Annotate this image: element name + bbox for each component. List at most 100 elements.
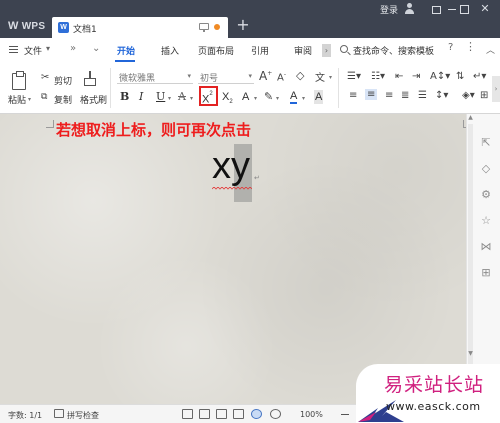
justify-icon[interactable]: ≣ [401,90,409,101]
paste-dropdown-icon[interactable]: ▾ [28,96,31,103]
document-body-text[interactable]: xy [212,144,250,188]
zoom-level[interactable]: 100% [300,410,323,419]
close-button[interactable]: ✕ [479,3,491,14]
align-center-icon[interactable]: ≡ [365,89,378,100]
copy-icon[interactable]: ⧉ [41,92,47,102]
active-tab-indicator [115,60,135,62]
increase-indent-icon[interactable]: ⇥ [412,71,420,82]
scroll-up-arrow[interactable]: ▲ [467,114,474,121]
align-right-icon[interactable]: ≡ [385,90,393,101]
outline-view-icon[interactable] [233,409,244,419]
minimize-button[interactable] [446,3,458,14]
document-canvas[interactable]: 若想取消上标，则可再次点击 xy ↵ [0,114,471,404]
underline-dropdown-icon[interactable]: ▾ [168,95,171,102]
command-search-input[interactable]: 查找命令、搜索模板 [353,44,434,57]
read-mode-icon[interactable] [199,409,210,419]
title-bar: W WPS W 文档1 + 登录 ✕ [0,0,500,38]
subscript-button[interactable]: X2 [222,90,233,105]
scroll-down-arrow[interactable]: ▼ [467,350,474,357]
paste-button[interactable]: 粘贴 [8,93,26,106]
shading-icon[interactable]: ◈▾ [462,90,475,101]
help-icon[interactable]: ? [448,42,453,53]
show-marks-icon[interactable]: ↵▾ [473,71,486,82]
phonetic-guide-icon[interactable]: 文 [315,69,325,84]
menu-bar: 文件 ▾ » ⌄ 开始 插入 页面布局 引用 审阅 › 查找命令、搜索模板 ? … [0,38,500,63]
skin-icon[interactable] [430,3,442,14]
scissors-icon[interactable]: ✂ [41,72,49,83]
star-icon[interactable]: ☆ [479,214,493,228]
tab-review[interactable]: 审阅 [294,44,312,57]
settings-sliders-icon[interactable]: ⚙ [479,188,493,202]
line-spacing-icon[interactable]: ↕▾ [435,90,448,101]
borders-icon[interactable]: ⊞ [480,90,488,101]
grow-font-button[interactable]: A+ [259,69,272,83]
font-size-select[interactable]: 初号 ▾ [198,70,254,84]
tab-insert[interactable]: 插入 [161,44,179,57]
cursor-select-icon[interactable]: ⇱ [479,136,493,150]
chinese-layout-icon[interactable]: A↕▾ [430,71,450,82]
more-options-icon[interactable]: ⋮ [465,40,476,53]
search-icon[interactable] [340,45,348,53]
numbered-list-icon[interactable]: ☷▾ [371,71,385,82]
user-avatar-icon[interactable] [404,3,415,14]
format-painter-button[interactable]: 格式刷 [80,93,107,106]
text-effect-dropdown-icon[interactable]: ▾ [254,95,257,102]
page-view-icon[interactable] [216,409,227,419]
page-corner-marker [46,120,54,128]
maximize-button[interactable] [458,3,470,14]
font-name-select[interactable]: 微软雅黑 ▾ [117,70,193,84]
tab-references[interactable]: 引用 [251,44,269,57]
font-color-dropdown-icon[interactable]: ▾ [302,95,305,102]
sort-icon[interactable]: ⇅ [456,71,464,82]
eye-protection-icon[interactable] [270,409,281,419]
chevron-down-icon[interactable]: ▾ [329,74,332,81]
text-effect-button[interactable]: A [242,90,249,104]
double-chevron-right-icon[interactable]: » [70,43,76,54]
clear-format-icon[interactable]: ◇ [296,69,304,82]
copy-button[interactable]: 复制 [54,93,72,106]
document-tab[interactable]: W 文档1 [52,17,228,38]
collapse-ribbon-icon[interactable]: ︿ [486,43,495,56]
monitor-icon[interactable] [199,23,209,32]
tab-page-layout[interactable]: 页面布局 [198,44,234,57]
zoom-out-button[interactable] [341,414,349,415]
share-icon[interactable]: ⋈ [479,240,493,254]
decrease-indent-icon[interactable]: ⇤ [395,71,403,82]
font-color-button[interactable]: A [290,90,298,104]
cut-button[interactable]: 剪切 [54,74,72,87]
hamburger-menu-icon[interactable] [9,46,18,53]
login-link[interactable]: 登录 [380,3,398,16]
watermark-url: www.easck.com [386,400,481,413]
ribbon-scroll-right-button[interactable]: › [492,76,500,102]
tab-home[interactable]: 开始 [117,44,135,57]
web-layout-icon[interactable] [251,409,262,419]
shapes-icon[interactable]: ◇ [479,162,493,176]
fullscreen-icon[interactable] [182,409,193,419]
spell-check-icon[interactable] [54,409,64,418]
strikethrough-dropdown-icon[interactable]: ▾ [190,95,193,102]
tab-scroll-right-button[interactable]: › [322,44,331,57]
underline-button[interactable]: U [156,90,165,104]
file-menu[interactable]: 文件 [24,44,42,57]
new-tab-button[interactable]: + [234,16,252,34]
shrink-font-button[interactable]: A- [277,71,286,83]
customize-toolbar-icon[interactable]: ⌄ [92,43,100,54]
paste-icon[interactable] [12,71,26,90]
vertical-scrollbar[interactable] [468,124,473,364]
distributed-align-icon[interactable]: ☰ [418,90,427,101]
shrink-font-label: A [277,72,284,84]
wps-home-tab[interactable]: W WPS [8,20,45,32]
highlight-dropdown-icon[interactable]: ▾ [276,95,279,102]
char-shading-button[interactable]: A [314,90,324,104]
italic-button[interactable]: I [139,90,143,104]
word-count[interactable]: 字数: 1/1 [8,410,42,421]
spell-check-button[interactable]: 拼写检查 [67,410,99,421]
highlight-icon[interactable]: ✎ [264,90,273,103]
strikethrough-button[interactable]: A [178,90,186,104]
apps-grid-icon[interactable]: ⊞ [479,266,493,280]
align-left-icon[interactable]: ≡ [349,90,357,101]
format-painter-icon[interactable] [84,71,96,87]
bullet-list-icon[interactable]: ☰▾ [347,71,361,82]
bold-button[interactable]: B [120,90,129,104]
chevron-down-icon[interactable]: ▾ [46,44,50,53]
